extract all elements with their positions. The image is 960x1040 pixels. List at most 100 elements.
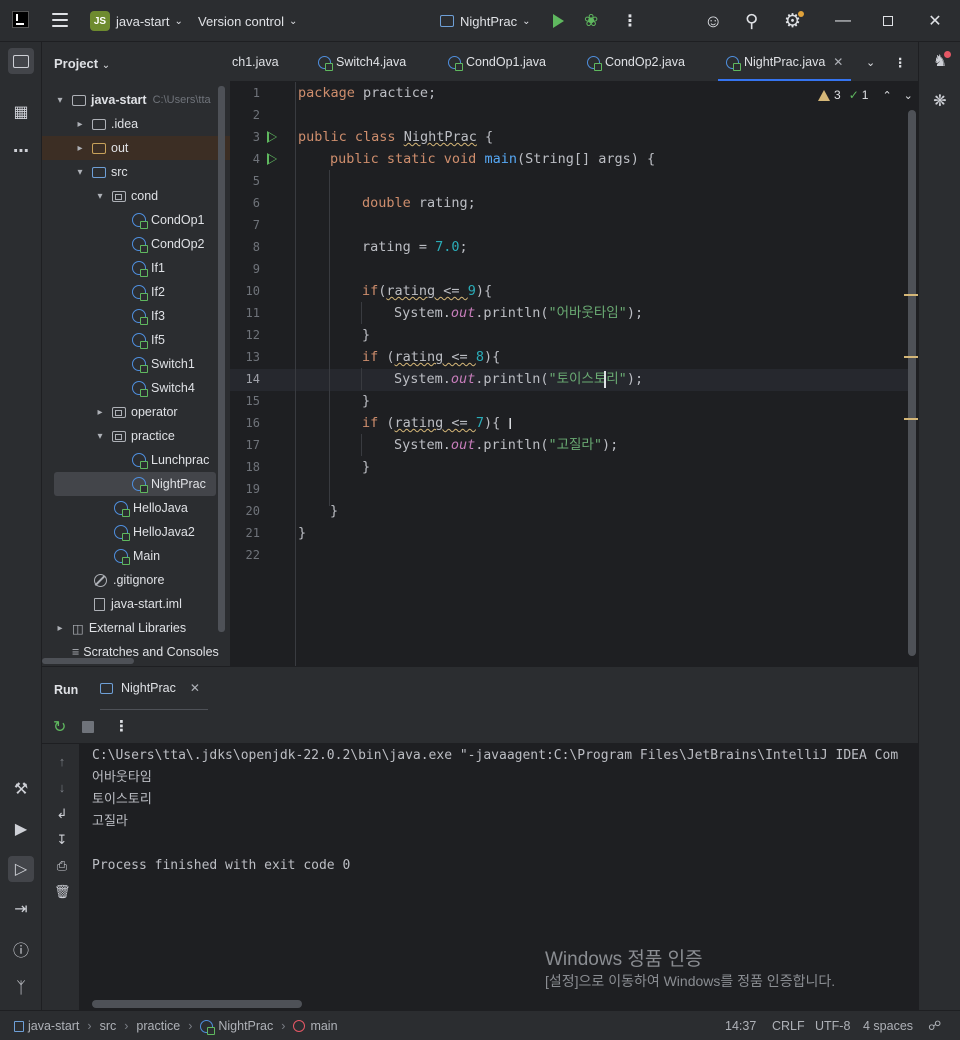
breadcrumb-item[interactable]: practice xyxy=(136,1019,180,1033)
expand-arrow-icon[interactable]: ▾ xyxy=(94,431,106,442)
close-tab-icon[interactable]: ✕ xyxy=(833,55,843,69)
collapsed-arrow-icon[interactable]: ▸ xyxy=(74,143,86,154)
problems-tool-button[interactable]: ⓘ xyxy=(8,936,34,962)
ai-assistant-button[interactable]: ❋ xyxy=(927,88,953,114)
run-console[interactable]: C:\Users\tta\.jdks\openjdk-22.0.2\bin\ja… xyxy=(80,744,918,1010)
tree-node-class[interactable]: Switch4 xyxy=(42,376,230,400)
expand-arrow-icon[interactable]: ▾ xyxy=(74,167,86,178)
tree-node-class[interactable]: Lunchprac xyxy=(42,448,230,472)
tree-node-cond[interactable]: ▾ cond xyxy=(42,184,230,208)
tree-node-class[interactable]: If3 xyxy=(42,304,230,328)
more-vertical-icon[interactable]: ⋮ xyxy=(114,717,129,735)
collapsed-arrow-icon[interactable]: ▸ xyxy=(94,407,106,418)
debug-button[interactable]: ❀ xyxy=(584,0,598,42)
line-separator[interactable]: CRLF xyxy=(772,1011,805,1040)
tree-node-src[interactable]: ▾ src xyxy=(42,160,230,184)
caret-position[interactable]: 14:37 xyxy=(725,1011,756,1040)
tree-node-file[interactable]: .gitignore xyxy=(42,568,230,592)
collapsed-arrow-icon[interactable]: ▸ xyxy=(54,623,66,634)
tree-node-class[interactable]: Switch1 xyxy=(42,352,230,376)
structure-tool-button[interactable]: ▦ xyxy=(8,99,34,125)
code-editor[interactable]: 1 2 3 4 5 6 7 8 9 10 11 12 13 14 15 16 1… xyxy=(230,82,918,666)
warning-marker[interactable] xyxy=(904,294,918,296)
search-everywhere-button[interactable]: ⚲ xyxy=(745,0,758,42)
tree-node-class[interactable]: CondOp1 xyxy=(42,208,230,232)
tree-node-operator[interactable]: ▸ operator xyxy=(42,400,230,424)
tree-node-class[interactable]: CondOp2 xyxy=(42,232,230,256)
run-main-gutter-icon[interactable] xyxy=(267,153,277,165)
tab-condop2[interactable]: CondOp2.java xyxy=(587,42,685,81)
tree-node-file[interactable]: java-start.iml xyxy=(42,592,230,616)
run-class-gutter-icon[interactable] xyxy=(267,131,277,143)
project-scrollbar[interactable] xyxy=(218,86,225,632)
warning-marker[interactable] xyxy=(904,418,918,420)
tree-node-root[interactable]: ▾ java-start C:\Users\tta xyxy=(42,88,230,112)
tab-condop1[interactable]: CondOp1.java xyxy=(448,42,546,81)
close-tab-icon[interactable]: ✕ xyxy=(190,681,200,695)
close-window-button[interactable]: ✕ xyxy=(912,0,958,42)
tree-node-class[interactable]: HelloJava2 xyxy=(42,520,230,544)
stop-icon[interactable] xyxy=(82,721,94,733)
next-highlight-icon[interactable]: ⌄ xyxy=(904,89,913,102)
terminal-tool-button[interactable]: ⇥ xyxy=(8,896,34,922)
rerun-icon[interactable]: ↻ xyxy=(53,717,66,737)
run-config-selector[interactable]: NightPrac ⌄ xyxy=(440,0,530,42)
maximize-button[interactable] xyxy=(865,0,911,42)
warning-marker[interactable] xyxy=(904,356,918,358)
expand-arrow-icon[interactable]: ▾ xyxy=(94,191,106,202)
breadcrumb-item[interactable]: java-start xyxy=(28,1019,79,1033)
tab-switch4[interactable]: Switch4.java xyxy=(318,42,406,81)
file-encoding[interactable]: UTF-8 xyxy=(815,1011,850,1040)
services-tool-button[interactable]: ▶ xyxy=(8,816,34,842)
indent-setting[interactable]: 4 spaces xyxy=(863,1011,913,1040)
print-icon[interactable]: ⎙ xyxy=(54,858,70,874)
tab-more-button[interactable]: ⋮ xyxy=(894,42,907,81)
inspection-widget[interactable]: 3 ✓ 1 ⌃ ⌄ xyxy=(818,88,913,102)
tree-node-libraries[interactable]: ▸ ◫ External Libraries xyxy=(42,616,230,640)
soft-wrap-icon[interactable]: ↲ xyxy=(54,806,70,822)
console-hscrollbar[interactable] xyxy=(92,1000,302,1008)
tree-node-selected[interactable]: NightPrac xyxy=(54,472,216,496)
git-tool-button[interactable]: ᛉ xyxy=(8,976,34,1002)
project-hscrollbar[interactable] xyxy=(42,658,134,664)
readonly-toggle[interactable]: ☍ xyxy=(928,1011,941,1040)
settings-button[interactable]: ⚙ xyxy=(784,0,804,42)
scroll-down-icon[interactable]: ↓ xyxy=(54,780,70,795)
tree-node-class[interactable]: HelloJava xyxy=(42,496,230,520)
trash-icon[interactable]: 🗑 xyxy=(54,884,71,900)
tab-ch1[interactable]: ch1.java xyxy=(232,42,279,81)
main-menu-icon[interactable] xyxy=(52,13,68,27)
intellij-logo-icon[interactable] xyxy=(12,11,29,28)
more-actions-button[interactable]: ⋮ xyxy=(622,0,638,42)
more-tools-button[interactable]: ⋯ xyxy=(8,138,34,164)
minimize-button[interactable]: — xyxy=(820,0,866,42)
project-switcher[interactable]: JS java-start ⌄ xyxy=(90,0,183,42)
breadcrumb-item[interactable]: NightPrac xyxy=(218,1019,273,1033)
expand-arrow-icon[interactable]: ▾ xyxy=(54,95,66,106)
run-tool-button[interactable]: ▷ xyxy=(8,856,34,882)
build-tool-button[interactable]: ⚒ xyxy=(8,776,34,802)
project-panel-title[interactable]: Project ⌄ xyxy=(54,56,110,71)
collapsed-arrow-icon[interactable]: ▸ xyxy=(74,119,86,130)
scroll-to-end-icon[interactable]: ↧ xyxy=(54,832,70,848)
tree-node-practice[interactable]: ▾ practice xyxy=(42,424,230,448)
tab-nightprac-active[interactable]: NightPrac.java ✕ xyxy=(717,42,852,81)
version-control-menu[interactable]: Version control ⌄ xyxy=(198,0,297,42)
tree-node-class[interactable]: Main xyxy=(42,544,230,568)
notifications-button[interactable]: ♞ xyxy=(927,48,953,74)
code-with-me-button[interactable]: ☺ xyxy=(704,0,722,42)
breadcrumb-item[interactable]: src xyxy=(100,1019,117,1033)
tree-node-class[interactable]: If1 xyxy=(42,256,230,280)
tree-node-class[interactable]: If5 xyxy=(42,328,230,352)
scroll-up-icon[interactable]: ↑ xyxy=(54,754,70,769)
run-button[interactable] xyxy=(553,0,564,42)
run-tab-nightprac[interactable]: NightPrac ✕ xyxy=(100,667,208,711)
tab-list-button[interactable]: ⌄ xyxy=(866,42,875,81)
editor-scrollbar[interactable] xyxy=(908,110,916,656)
tree-node-class[interactable]: If2 xyxy=(42,280,230,304)
breadcrumb-item[interactable]: main xyxy=(310,1019,337,1033)
project-tool-button[interactable] xyxy=(8,48,34,74)
tree-node-idea[interactable]: ▸ .idea xyxy=(42,112,230,136)
tree-node-out[interactable]: ▸ out xyxy=(42,136,230,160)
prev-highlight-icon[interactable]: ⌃ xyxy=(882,89,891,102)
